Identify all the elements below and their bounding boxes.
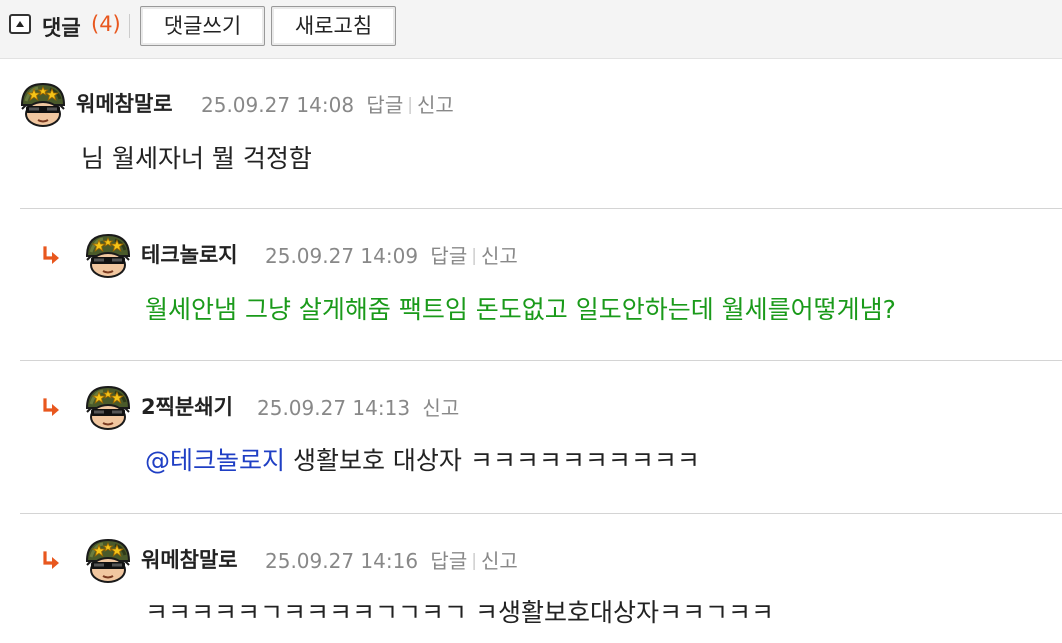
report-link[interactable]: 신고 [422, 396, 459, 420]
comment-meta: 25.09.27 14:13 신고 [257, 392, 459, 421]
comment-text: @테크놀로지 생활보호 대상자 ㅋㅋㅋㅋㅋㅋㅋㅋㅋㅋ [145, 441, 700, 477]
meta-separator: | [471, 246, 477, 266]
comment-text: 님 월세자너 뭘 걱정함 [81, 144, 312, 173]
comment-body: 생활보호 대상자 ㅋㅋㅋㅋㅋㅋㅋㅋㅋㅋ [285, 446, 700, 475]
meta-separator: | [407, 95, 413, 115]
report-link[interactable]: 신고 [417, 93, 454, 117]
reply-link[interactable]: 답글 [430, 244, 467, 268]
header-divider [129, 14, 130, 38]
comment-timestamp: 25.09.27 14:08 [201, 93, 355, 117]
write-comment-button[interactable]: 댓글쓰기 [140, 6, 265, 46]
soldier-avatar-icon[interactable] [18, 79, 68, 129]
comment-timestamp: 25.09.27 14:09 [265, 244, 419, 268]
reply-link[interactable]: 답글 [366, 93, 403, 117]
mention-link[interactable]: @테크놀로지 [145, 446, 285, 475]
report-link[interactable]: 신고 [481, 244, 518, 268]
comment-meta: 25.09.27 14:08 답글 | 신고 [201, 89, 454, 118]
comment-text: ㅋㅋㅋㅋㅋㄱㅋㅋㅋㅋㄱㄱㅋㄱ ㅋ생활보호대상자ㅋㅋㄱㅋㅋ [145, 598, 774, 627]
comment-meta: 25.09.27 14:16 답글 | 신고 [265, 545, 518, 574]
reply-arrow-icon [40, 246, 60, 266]
comment-divider [20, 208, 1062, 209]
caret-up-box-icon[interactable] [9, 14, 31, 34]
report-link[interactable]: 신고 [481, 549, 518, 573]
comment-text: 월세안냄 그냥 살게해줌 팩트임 돈도없고 일도안하는데 월세를어떻게냄? [145, 295, 896, 324]
comment-author[interactable]: 워메참말로 [141, 544, 238, 574]
reply-arrow-icon [40, 398, 60, 418]
comment-author[interactable]: 2찍분쇄기 [141, 391, 233, 421]
comment-divider [20, 360, 1062, 361]
comment-timestamp: 25.09.27 14:16 [265, 549, 419, 573]
comment-author[interactable]: 테크놀로지 [141, 239, 238, 269]
refresh-button[interactable]: 새로고침 [271, 6, 396, 46]
meta-separator: | [471, 551, 477, 571]
comment-author[interactable]: 워메참말로 [76, 88, 173, 118]
comment-timestamp: 25.09.27 14:13 [257, 396, 411, 420]
comment-meta: 25.09.27 14:09 답글 | 신고 [265, 240, 518, 269]
soldier-avatar-icon[interactable] [83, 382, 133, 432]
comment-divider [20, 513, 1062, 514]
comments-title: 댓글 [42, 16, 81, 40]
soldier-avatar-icon[interactable] [83, 535, 133, 585]
comments-header: 댓글 (4) 댓글쓰기 새로고침 [0, 0, 1062, 59]
comment-count: (4) [91, 12, 121, 36]
soldier-avatar-icon[interactable] [83, 230, 133, 280]
reply-link[interactable]: 답글 [430, 549, 467, 573]
reply-arrow-icon [40, 551, 60, 571]
